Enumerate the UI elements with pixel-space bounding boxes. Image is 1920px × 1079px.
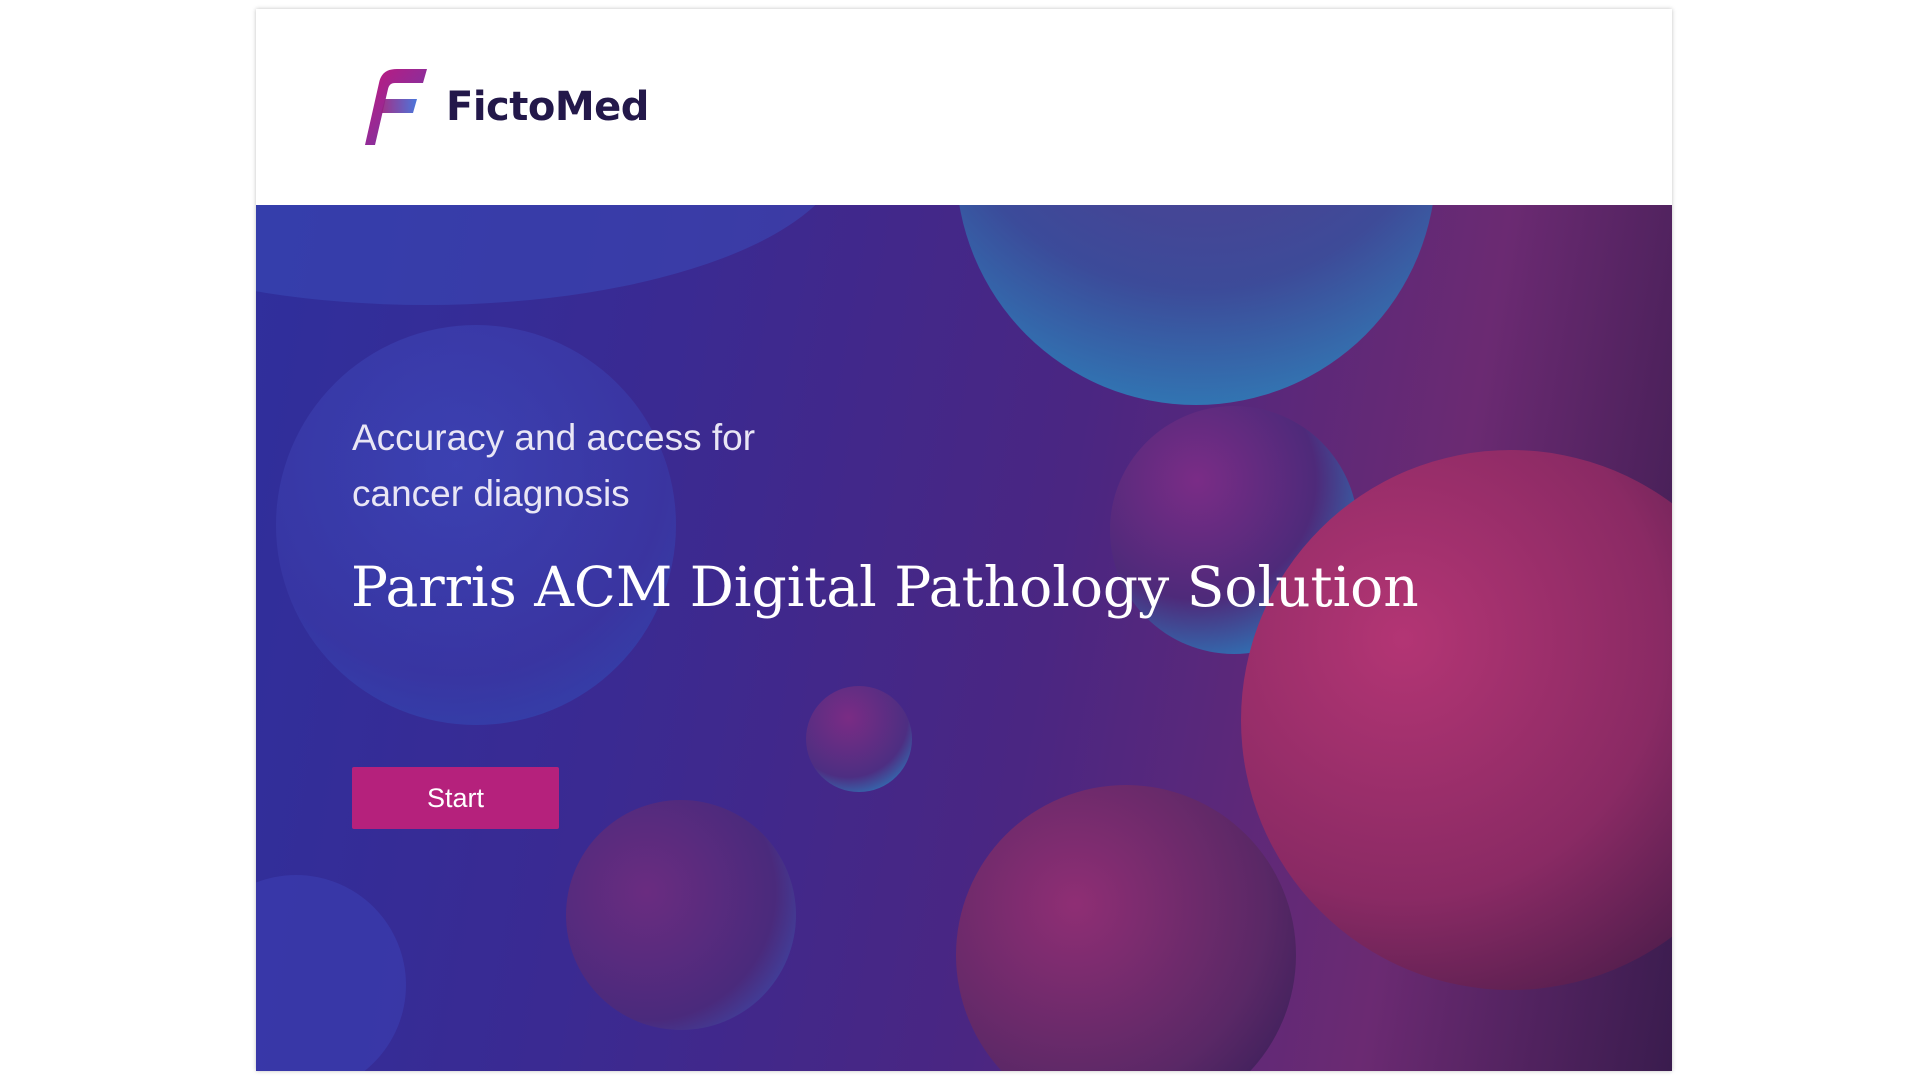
hero-banner: Accuracy and access for cancer diagnosis…	[256, 205, 1672, 1071]
app-window: FictoMed Accuracy and access for cancer …	[256, 9, 1672, 1071]
brand-name: FictoMed	[446, 84, 649, 130]
bubbles-background	[256, 205, 1672, 1071]
start-button[interactable]: Start	[352, 767, 559, 829]
brand-logo[interactable]: FictoMed	[365, 69, 649, 145]
tagline-line-2: cancer diagnosis	[352, 473, 630, 514]
header: FictoMed	[256, 9, 1672, 205]
tagline-line-1: Accuracy and access for	[352, 417, 756, 458]
hero-tagline: Accuracy and access for cancer diagnosis	[352, 410, 872, 522]
f-letter-logo-icon	[365, 69, 427, 145]
product-title: Parris ACM Digital Pathology Solution	[351, 555, 1419, 619]
